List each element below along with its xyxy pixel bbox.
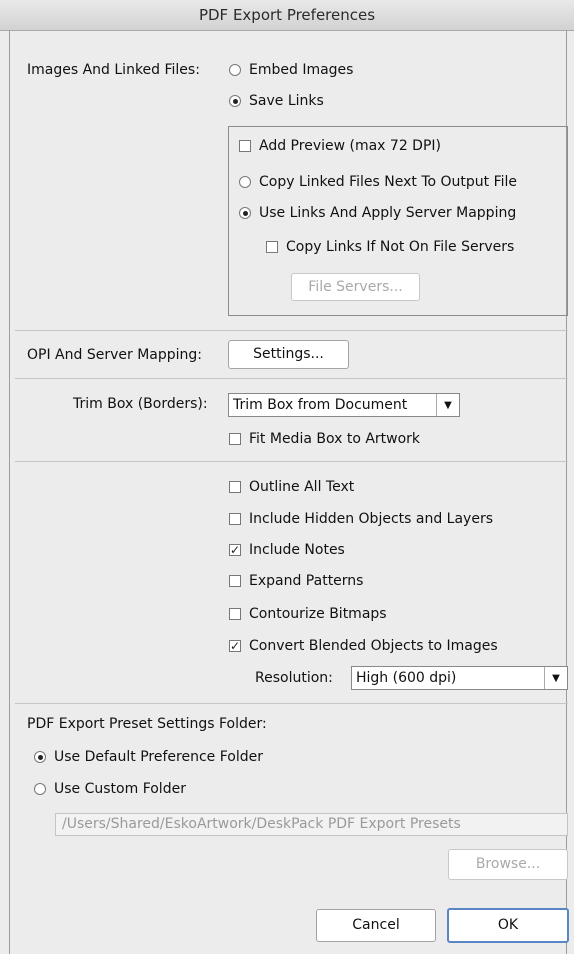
copy-links-if-not-checkbox[interactable]: Copy Links If Not On File Servers [266, 237, 514, 257]
fit-media-box-checkbox[interactable]: Fit Media Box to Artwork [229, 429, 420, 449]
include-hidden-objects-label: Include Hidden Objects and Layers [249, 511, 493, 527]
resolution-value: High (600 dpi) [356, 670, 457, 686]
images-linked-files-label: Images And Linked Files: [27, 62, 200, 78]
use-default-folder-radio[interactable]: Use Default Preference Folder [34, 747, 263, 767]
custom-folder-path-field[interactable]: /Users/Shared/EskoArtwork/DeskPack PDF E… [55, 813, 568, 836]
trim-box-label: Trim Box (Borders): [73, 396, 208, 412]
checkbox-unchecked-icon [229, 608, 241, 620]
cancel-button[interactable]: Cancel [316, 909, 436, 942]
use-links-server-mapping-label: Use Links And Apply Server Mapping [259, 205, 517, 221]
embed-images-label: Embed Images [249, 62, 354, 78]
copy-linked-files-label: Copy Linked Files Next To Output File [259, 174, 518, 190]
contourize-bitmaps-checkbox[interactable]: Contourize Bitmaps [229, 604, 387, 624]
use-default-folder-label: Use Default Preference Folder [54, 749, 263, 765]
checkbox-checked-icon: ✓ [229, 543, 241, 557]
trim-box-value: Trim Box from Document [233, 397, 408, 413]
resolution-label: Resolution: [255, 670, 333, 686]
checkbox-unchecked-icon [266, 241, 278, 253]
outline-all-text-label: Outline All Text [249, 479, 355, 495]
expand-patterns-label: Expand Patterns [249, 573, 364, 589]
checkbox-unchecked-icon [239, 140, 251, 152]
radio-on-icon [229, 95, 241, 107]
dropdown-arrow-icon: ▼ [544, 667, 567, 689]
save-links-radio[interactable]: Save Links [229, 91, 324, 111]
separator [15, 461, 568, 462]
use-custom-folder-label: Use Custom Folder [54, 781, 186, 797]
separator [15, 330, 568, 331]
add-preview-checkbox[interactable]: Add Preview (max 72 DPI) [239, 136, 441, 156]
separator [15, 378, 568, 379]
dropdown-arrow-icon: ▼ [436, 394, 459, 416]
outline-all-text-checkbox[interactable]: Outline All Text [229, 477, 354, 497]
contourize-bitmaps-label: Contourize Bitmaps [249, 606, 387, 622]
fit-media-box-label: Fit Media Box to Artwork [249, 431, 421, 447]
embed-images-radio[interactable]: Embed Images [229, 60, 353, 80]
settings-button[interactable]: Settings... [228, 340, 349, 369]
use-custom-folder-radio[interactable]: Use Custom Folder [34, 779, 186, 799]
radio-on-icon [34, 751, 46, 763]
ok-button[interactable]: OK [447, 908, 569, 943]
browse-button[interactable]: Browse... [448, 849, 568, 880]
convert-blended-checkbox[interactable]: ✓ Convert Blended Objects to Images [229, 636, 498, 656]
save-links-label: Save Links [249, 93, 324, 109]
radio-off-icon [229, 64, 241, 76]
checkbox-checked-icon: ✓ [229, 639, 241, 653]
resolution-select[interactable]: High (600 dpi) ▼ [351, 666, 568, 690]
radio-off-icon [34, 783, 46, 795]
radio-off-icon [239, 176, 251, 188]
use-links-server-mapping-radio[interactable]: Use Links And Apply Server Mapping [239, 203, 516, 223]
include-hidden-objects-checkbox[interactable]: Include Hidden Objects and Layers [229, 509, 493, 529]
expand-patterns-checkbox[interactable]: Expand Patterns [229, 571, 363, 591]
copy-links-if-not-label: Copy Links If Not On File Servers [286, 239, 515, 255]
include-notes-checkbox[interactable]: ✓ Include Notes [229, 540, 345, 560]
radio-on-icon [239, 207, 251, 219]
opi-server-mapping-label: OPI And Server Mapping: [27, 347, 202, 363]
preset-folder-label: PDF Export Preset Settings Folder: [27, 716, 267, 732]
separator [15, 703, 568, 704]
checkbox-unchecked-icon [229, 513, 241, 525]
add-preview-label: Add Preview (max 72 DPI) [259, 138, 441, 154]
convert-blended-label: Convert Blended Objects to Images [249, 638, 498, 654]
include-notes-label: Include Notes [249, 542, 345, 558]
trim-box-select[interactable]: Trim Box from Document ▼ [228, 393, 460, 417]
window-title: PDF Export Preferences [0, 0, 574, 31]
file-servers-button[interactable]: File Servers... [291, 273, 420, 301]
checkbox-unchecked-icon [229, 433, 241, 445]
copy-linked-files-radio[interactable]: Copy Linked Files Next To Output File [239, 172, 517, 192]
checkbox-unchecked-icon [229, 481, 241, 493]
checkbox-unchecked-icon [229, 575, 241, 587]
